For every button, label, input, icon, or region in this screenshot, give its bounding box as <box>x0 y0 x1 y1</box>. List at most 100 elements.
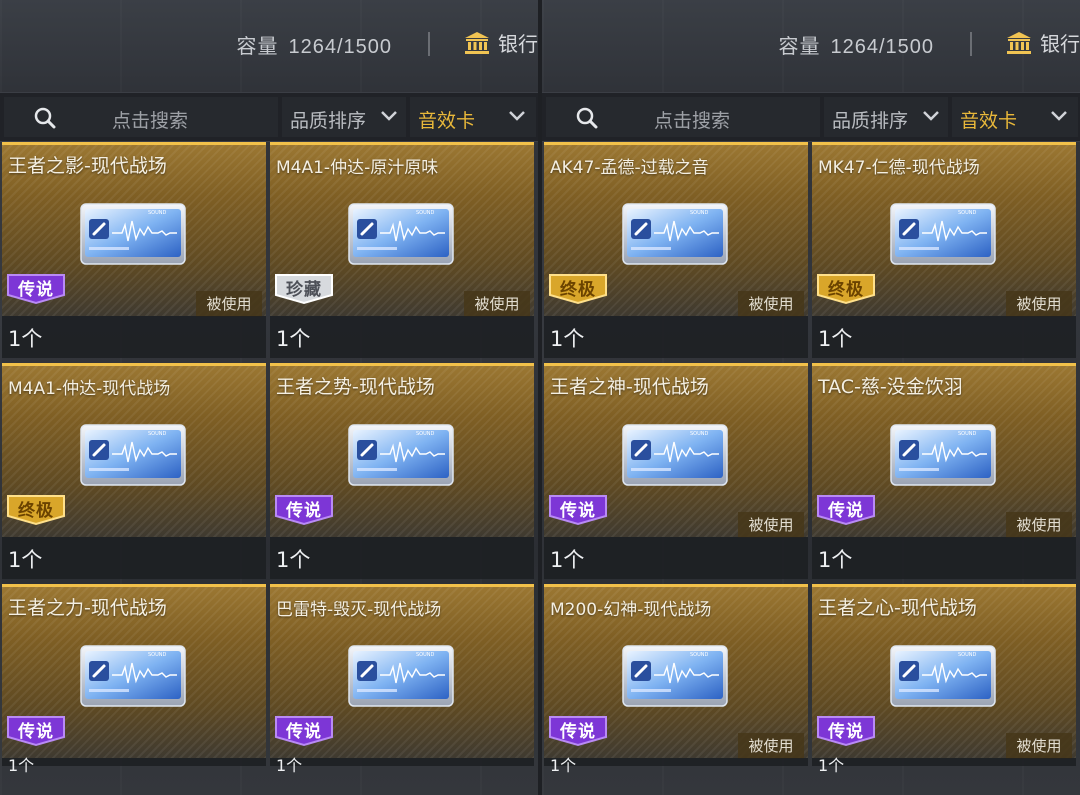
card-count-bar: 1个 <box>812 537 1076 579</box>
item-count: 1个 <box>818 548 853 572</box>
sort-dropdown[interactable]: 品质排序 <box>282 97 406 137</box>
item-count: 1个 <box>818 327 853 351</box>
card-count-bar: 1个 <box>2 756 266 775</box>
sound-card-icon: SOUND <box>622 424 728 486</box>
item-count: 1个 <box>550 327 585 351</box>
rarity-label: 传说 <box>560 722 596 742</box>
capacity-display: 容量 1264/1500 <box>236 30 392 59</box>
item-count: 1个 <box>550 756 577 775</box>
item-count: 1个 <box>8 548 43 572</box>
svg-text:SOUND: SOUND <box>416 210 435 216</box>
card-title: 巴雷特-毁灭-现代战场 <box>276 600 442 620</box>
search-icon <box>34 107 56 129</box>
card-count-bar: 1个 <box>270 316 534 358</box>
svg-text:SOUND: SOUND <box>690 210 709 216</box>
item-count: 1个 <box>550 548 585 572</box>
search-placeholder: 点击搜索 <box>112 110 189 132</box>
filter-dropdown[interactable]: 音效卡 <box>952 97 1078 137</box>
card-top: M4A1-仲达-原汁原味 SOUND 珍藏 被使用 <box>270 142 534 317</box>
rarity-badge: 传说 <box>6 713 66 747</box>
sound-card-icon: SOUND <box>80 203 186 265</box>
rarity-badge: 传说 <box>274 492 334 526</box>
sound-card-item[interactable]: 王者之力-现代战场 SOUND 传说 1个 <box>2 584 266 795</box>
item-count: 1个 <box>8 327 43 351</box>
sound-card-item[interactable]: 王者之影-现代战场 SOUND 传说 被使用 1个 <box>2 142 266 358</box>
capacity-display: 容量 1264/1500 <box>778 30 934 59</box>
rarity-badge: 传说 <box>816 492 876 526</box>
sound-card-item[interactable]: AK47-孟德-过载之音 SOUND 终极 被使用 1个 <box>544 142 808 358</box>
sound-card-item[interactable]: 王者之心-现代战场 SOUND 传说 被使用 1个 <box>812 584 1076 795</box>
top-bar: 容量 1264/1500 银行 <box>542 0 1080 88</box>
rarity-label: 传说 <box>18 722 54 742</box>
rarity-badge: 传说 <box>548 713 608 747</box>
filter-label: 音效卡 <box>418 110 476 132</box>
sort-dropdown[interactable]: 品质排序 <box>824 97 948 137</box>
card-count-bar: 1个 <box>544 756 808 775</box>
sound-card-icon: SOUND <box>890 203 996 265</box>
search-input[interactable]: 点击搜索 <box>4 97 278 137</box>
card-title: AK47-孟德-过载之音 <box>550 158 709 178</box>
item-count: 1个 <box>276 548 311 572</box>
item-count: 1个 <box>276 327 311 351</box>
in-use-tag: 被使用 <box>464 291 530 317</box>
in-use-tag: 被使用 <box>738 733 804 759</box>
svg-text:SOUND: SOUND <box>148 652 167 658</box>
bank-icon <box>1007 31 1031 54</box>
card-title: MK47-仁德-现代战场 <box>818 158 980 178</box>
card-top: TAC-慈-没金饮羽 SOUND 传说 被使用 <box>812 363 1076 538</box>
sound-card-item[interactable]: M4A1-仲达-现代战场 SOUND 终极 1个 <box>2 363 266 579</box>
rarity-badge: 传说 <box>816 713 876 747</box>
rarity-label: 珍藏 <box>286 280 322 300</box>
rarity-label: 传说 <box>286 501 322 521</box>
inventory-panel-right: 容量 1264/1500 银行 点击搜索 品质排序 音效卡 AK47-孟德-过载… <box>542 0 1080 795</box>
bank-button[interactable]: 银行 <box>1006 28 1080 57</box>
sound-card-item[interactable]: M200-幻神-现代战场 SOUND 传说 被使用 1个 <box>544 584 808 795</box>
sound-card-item[interactable]: TAC-慈-没金饮羽 SOUND 传说 被使用 1个 <box>812 363 1076 579</box>
rarity-badge: 终极 <box>816 271 876 305</box>
card-count-bar: 1个 <box>270 756 534 775</box>
svg-text:SOUND: SOUND <box>958 431 977 437</box>
in-use-tag: 被使用 <box>738 512 804 538</box>
rarity-badge: 传说 <box>274 713 334 747</box>
search-input[interactable]: 点击搜索 <box>546 97 820 137</box>
in-use-tag: 被使用 <box>1006 291 1072 317</box>
card-top: MK47-仁德-现代战场 SOUND 终极 被使用 <box>812 142 1076 317</box>
sound-card-icon: SOUND <box>80 424 186 486</box>
card-top: AK47-孟德-过载之音 SOUND 终极 被使用 <box>544 142 808 317</box>
sound-card-item[interactable]: MK47-仁德-现代战场 SOUND 终极 被使用 1个 <box>812 142 1076 358</box>
sound-card-icon: SOUND <box>348 203 454 265</box>
bank-button[interactable]: 银行 <box>464 28 538 57</box>
sound-card-icon: SOUND <box>348 645 454 707</box>
card-title: M200-幻神-现代战场 <box>550 600 712 620</box>
bank-label: 银行 <box>1040 32 1080 56</box>
card-count-bar: 1个 <box>270 537 534 579</box>
chevron-down-icon <box>923 111 939 121</box>
card-title: 王者之势-现代战场 <box>276 376 435 398</box>
card-title: 王者之影-现代战场 <box>8 155 167 177</box>
rarity-label: 终极 <box>828 280 864 300</box>
filter-label: 音效卡 <box>960 110 1018 132</box>
card-top: 王者之力-现代战场 SOUND 传说 <box>2 584 266 758</box>
sound-card-item[interactable]: M4A1-仲达-原汁原味 SOUND 珍藏 被使用 1个 <box>270 142 534 358</box>
sound-card-item[interactable]: 王者之神-现代战场 SOUND 传说 被使用 1个 <box>544 363 808 579</box>
svg-text:SOUND: SOUND <box>416 431 435 437</box>
card-top: 王者之神-现代战场 SOUND 传说 被使用 <box>544 363 808 538</box>
card-title: 王者之神-现代战场 <box>550 376 709 398</box>
svg-text:SOUND: SOUND <box>148 210 167 216</box>
sound-card-icon: SOUND <box>622 203 728 265</box>
svg-text:SOUND: SOUND <box>690 431 709 437</box>
rarity-badge: 终极 <box>6 492 66 526</box>
card-top: 王者之势-现代战场 SOUND 传说 <box>270 363 534 537</box>
filter-dropdown[interactable]: 音效卡 <box>410 97 536 137</box>
sound-card-item[interactable]: 巴雷特-毁灭-现代战场 SOUND 传说 1个 <box>270 584 534 795</box>
svg-text:SOUND: SOUND <box>690 652 709 658</box>
card-title: 王者之心-现代战场 <box>818 597 977 619</box>
sound-card-icon: SOUND <box>348 424 454 486</box>
chevron-down-icon <box>381 111 397 121</box>
card-top: M200-幻神-现代战场 SOUND 传说 被使用 <box>544 584 808 759</box>
search-icon <box>576 107 598 129</box>
sound-card-item[interactable]: 王者之势-现代战场 SOUND 传说 1个 <box>270 363 534 579</box>
svg-text:SOUND: SOUND <box>958 210 977 216</box>
rarity-badge: 珍藏 <box>274 271 334 305</box>
svg-text:SOUND: SOUND <box>416 652 435 658</box>
